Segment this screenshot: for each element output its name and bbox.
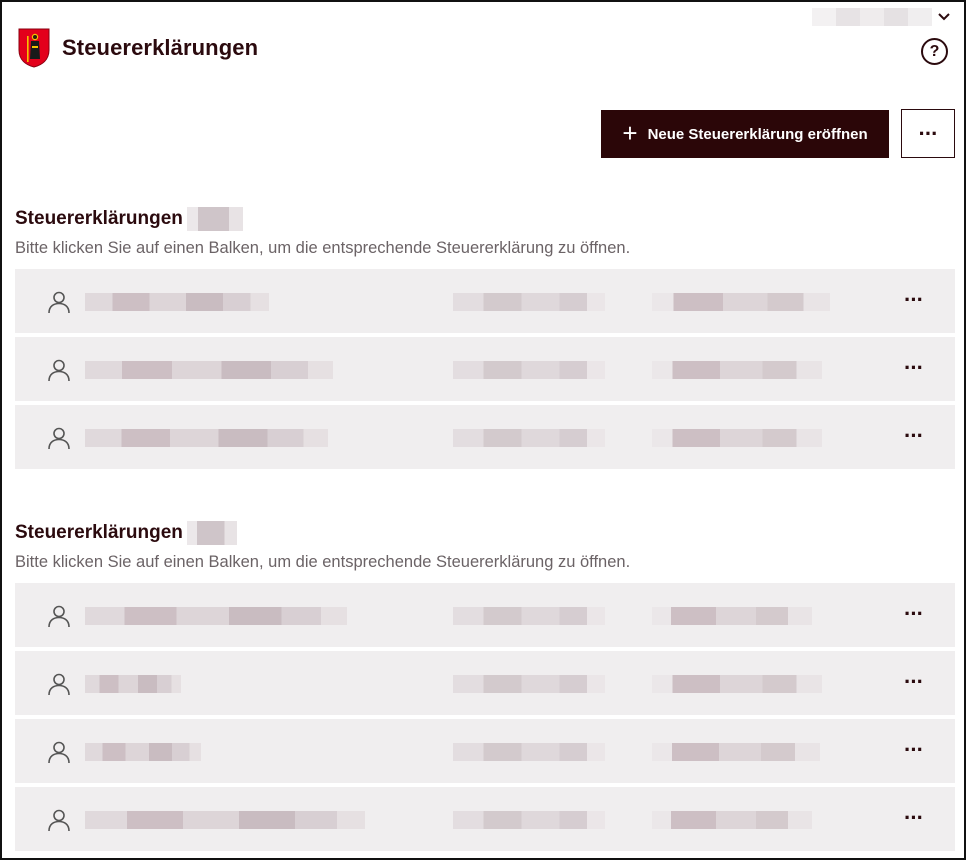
app-header: Steuererklärungen — [18, 28, 258, 68]
status-redacted — [652, 811, 812, 829]
status-redacted — [652, 675, 822, 693]
row-more-icon[interactable]: ··· — [904, 739, 924, 761]
status-redacted — [652, 361, 822, 379]
tax-year-section: Steuererklärungen Bitte klicken Sie auf … — [15, 206, 955, 473]
person-icon — [48, 605, 70, 628]
section-title: Steuererklärungen — [15, 522, 183, 543]
tax-return-list: ··· ··· ··· — [15, 269, 955, 469]
row-more-icon[interactable]: ··· — [904, 671, 924, 693]
person-icon — [48, 291, 70, 314]
tax-return-row[interactable]: ··· — [15, 651, 955, 715]
section-title: Steuererklärungen — [15, 208, 183, 229]
section-year-redacted — [186, 207, 243, 231]
section-subtitle: Bitte klicken Sie auf einen Balken, um d… — [15, 239, 631, 257]
user-menu[interactable] — [812, 8, 950, 26]
person-icon — [48, 741, 70, 764]
new-tax-return-label: Neue Steuererklärung eröffnen — [647, 125, 868, 143]
help-icon[interactable]: ? — [921, 38, 948, 65]
tax-return-row[interactable]: ··· — [15, 787, 955, 851]
status-redacted — [652, 429, 822, 447]
tax-return-row[interactable]: ··· — [15, 405, 955, 469]
new-tax-return-button[interactable]: + Neue Steuererklärung eröffnen — [601, 110, 889, 158]
taxpayer-name-redacted — [85, 607, 347, 625]
plus-icon: + — [622, 117, 638, 148]
taxpayer-name-redacted — [85, 743, 201, 761]
row-more-icon[interactable]: ··· — [904, 289, 924, 311]
status-redacted — [652, 607, 812, 625]
app-title: Steuererklärungen — [62, 35, 259, 60]
row-more-icon[interactable]: ··· — [904, 357, 924, 379]
person-icon — [48, 359, 70, 382]
glarus-crest-logo — [18, 28, 50, 68]
reference-redacted — [453, 675, 605, 693]
tax-year-section: Steuererklärungen Bitte klicken Sie auf … — [15, 520, 955, 855]
chevron-down-icon — [938, 13, 950, 21]
reference-redacted — [453, 429, 605, 447]
reference-redacted — [453, 743, 605, 761]
tax-return-row[interactable]: ··· — [15, 269, 955, 333]
status-redacted — [652, 743, 820, 761]
section-subtitle: Bitte klicken Sie auf einen Balken, um d… — [15, 553, 631, 571]
reference-redacted — [453, 293, 605, 311]
row-more-icon[interactable]: ··· — [904, 425, 924, 447]
status-redacted — [652, 293, 830, 311]
taxpayer-name-redacted — [85, 361, 333, 379]
app-window: Steuererklärungen ? + Neue Steuererkläru… — [0, 0, 966, 860]
person-icon — [48, 427, 70, 450]
taxpayer-name-redacted — [85, 429, 328, 447]
row-more-icon[interactable]: ··· — [904, 807, 924, 829]
section-year-redacted — [186, 521, 237, 545]
tax-return-row[interactable]: ··· — [15, 719, 955, 783]
more-actions-button[interactable]: ··· — [901, 109, 955, 158]
taxpayer-name-redacted — [85, 293, 269, 311]
tax-return-row[interactable]: ··· — [15, 337, 955, 401]
tax-return-row[interactable]: ··· — [15, 583, 955, 647]
user-name-redacted — [812, 8, 932, 26]
reference-redacted — [453, 361, 605, 379]
person-icon — [48, 673, 70, 696]
tax-return-list: ··· ··· ··· ··· — [15, 583, 955, 851]
taxpayer-name-redacted — [85, 811, 365, 829]
reference-redacted — [453, 607, 605, 625]
row-more-icon[interactable]: ··· — [904, 603, 924, 625]
more-horizontal-icon: ··· — [918, 120, 939, 146]
person-icon — [48, 809, 70, 832]
reference-redacted — [453, 811, 605, 829]
taxpayer-name-redacted — [85, 675, 181, 693]
